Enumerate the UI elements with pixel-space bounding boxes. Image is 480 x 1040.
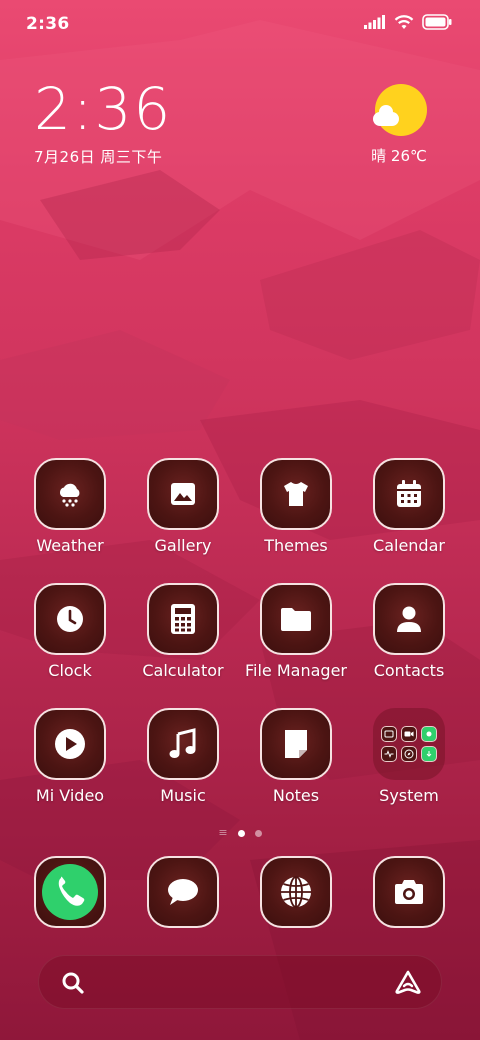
tshirt-icon (284, 482, 308, 506)
status-time: 2:36 (26, 14, 70, 34)
dock-browser[interactable] (241, 856, 351, 928)
weather-widget-text: 晴 26℃ (371, 147, 427, 165)
security-icon (421, 726, 437, 742)
app-label: Music (160, 786, 206, 805)
mi-icon (381, 726, 397, 742)
activity-icon (381, 746, 397, 762)
dock-camera[interactable] (354, 856, 464, 928)
app-label: Clock (48, 661, 92, 680)
app-weather[interactable]: Weather (15, 458, 125, 555)
app-mi-video[interactable]: Mi Video (15, 708, 125, 805)
app-label: Calendar (373, 536, 445, 555)
app-label: Notes (272, 786, 320, 805)
message-icon (168, 879, 198, 905)
page-indicator[interactable]: ≡ (0, 826, 480, 839)
app-tile (260, 583, 332, 655)
clock-widget-date: 7月26日 周三下午 (34, 148, 163, 166)
app-label: Calculator (142, 661, 224, 680)
dock-phone[interactable] (15, 856, 125, 928)
clock-widget[interactable]: 2:36 7月26日 周三下午 (34, 78, 172, 167)
page-dot[interactable] (254, 829, 262, 837)
image-icon (171, 483, 195, 505)
app-label: Contacts (373, 661, 445, 680)
app-themes[interactable]: Themes (241, 458, 351, 555)
app-calculator[interactable]: Calculator (128, 583, 238, 680)
assistant-icon[interactable] (393, 969, 423, 995)
wifi-icon (394, 15, 414, 29)
clock-widget-time: 2:36 (34, 75, 173, 143)
search-bar[interactable] (38, 955, 442, 1009)
app-label: Mi Video (35, 786, 105, 805)
calendar-icon (397, 480, 421, 507)
app-tile (34, 583, 106, 655)
app-clock[interactable]: Clock (15, 583, 125, 680)
download-icon (421, 746, 437, 762)
weather-snow-icon (59, 483, 80, 507)
app-contacts[interactable]: Contacts (354, 583, 464, 680)
status-icons (364, 14, 452, 30)
sunny-cloud-icon (373, 84, 427, 136)
signal-icon (364, 15, 385, 29)
person-icon (397, 606, 421, 632)
app-label: File Manager (245, 661, 347, 680)
app-label: Weather (36, 536, 104, 555)
camera-icon (395, 880, 423, 904)
video-icon (401, 726, 417, 742)
app-notes[interactable]: Notes (241, 708, 351, 805)
app-label: Gallery (154, 536, 212, 555)
app-gallery[interactable]: Gallery (128, 458, 238, 555)
app-tile (34, 458, 106, 530)
play-icon (55, 729, 85, 759)
globe-icon (281, 876, 311, 908)
dock-messages[interactable] (128, 856, 238, 928)
app-tile (260, 708, 332, 780)
list-icon: ≡ (218, 826, 228, 839)
app-label: System (379, 786, 439, 805)
app-music[interactable]: Music (128, 708, 238, 805)
battery-icon (422, 14, 452, 30)
app-tile (147, 583, 219, 655)
phone-icon (42, 864, 98, 920)
search-icon[interactable] (61, 971, 85, 995)
app-label: Themes (264, 536, 328, 555)
weather-widget[interactable]: 晴 26℃ (356, 84, 446, 166)
app-tile (34, 708, 106, 780)
app-tile (373, 583, 445, 655)
folder-icon (281, 608, 311, 631)
app-tile (373, 458, 445, 530)
app-tile (34, 856, 106, 928)
app-tile (147, 708, 219, 780)
note-icon (285, 730, 307, 758)
app-calendar[interactable]: Calendar (354, 458, 464, 555)
folder-grid-icon (373, 708, 445, 780)
app-folder-system[interactable]: System (354, 708, 464, 805)
status-bar: 2:36 (0, 0, 480, 48)
app-tile (260, 856, 332, 928)
music-note-icon (169, 728, 196, 758)
calculator-icon (171, 604, 195, 634)
app-tile (147, 458, 219, 530)
app-file-manager[interactable]: File Manager (241, 583, 351, 680)
app-tile (147, 856, 219, 928)
app-tile (373, 856, 445, 928)
page-dot-current[interactable] (237, 829, 245, 837)
compass-icon (401, 746, 417, 762)
app-tile (260, 458, 332, 530)
clock-icon (57, 606, 83, 632)
